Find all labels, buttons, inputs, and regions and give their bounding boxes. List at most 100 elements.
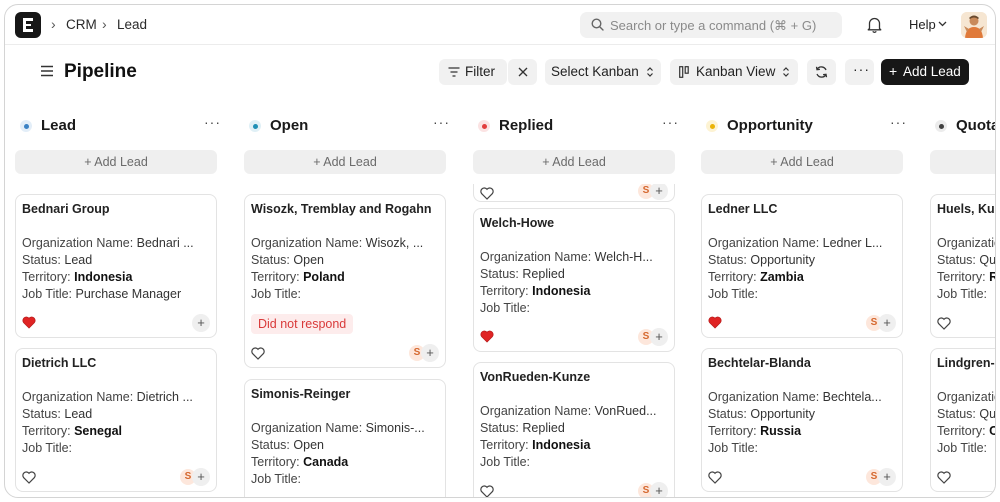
card-territory-row: Territory: R bbox=[937, 270, 995, 284]
more-actions-button[interactable]: ··· bbox=[845, 59, 874, 85]
add-lead-button[interactable]: + Add Lead bbox=[881, 59, 969, 85]
card-add-icon[interactable]: + bbox=[421, 344, 439, 362]
card-territory-row: Territory: C bbox=[937, 424, 995, 438]
column-more-icon[interactable]: ··· bbox=[890, 114, 907, 130]
card-add-icon[interactable]: + bbox=[878, 314, 896, 332]
card-add-icon[interactable]: + bbox=[650, 328, 668, 346]
org-value: Bechtela... bbox=[822, 390, 882, 404]
lead-card[interactable]: Huels, Kunc Organizatio Status: Quo Terr… bbox=[930, 194, 996, 338]
card-territory-row: Territory: Indonesia bbox=[480, 284, 665, 298]
column-add-lead-button[interactable]: + Add Lead bbox=[15, 150, 217, 174]
heart-outline-icon[interactable] bbox=[480, 485, 494, 498]
card-add-icon[interactable]: + bbox=[192, 468, 210, 486]
clear-filter-button[interactable] bbox=[508, 59, 537, 85]
top-bar: › CRM › Lead Help bbox=[5, 5, 995, 45]
heart-outline-icon[interactable] bbox=[22, 471, 36, 484]
column-more-icon[interactable]: ··· bbox=[662, 114, 679, 130]
search-input[interactable] bbox=[610, 16, 830, 34]
help-menu[interactable]: Help bbox=[909, 17, 936, 32]
card-territory-row: Territory: Indonesia bbox=[480, 438, 665, 452]
more-icon: ··· bbox=[853, 61, 870, 77]
card-add-icon[interactable]: + bbox=[650, 184, 668, 200]
column-add-lead-button[interactable]: + Add Lead bbox=[244, 150, 446, 174]
status-value: Quo bbox=[979, 407, 996, 421]
lead-card[interactable]: Lindgren-B Organizatio Status: Quo Terri… bbox=[930, 348, 996, 492]
territory-label: Territory: bbox=[937, 270, 990, 284]
card-title: Welch-Howe bbox=[480, 216, 555, 230]
card-add-icon[interactable]: + bbox=[878, 468, 896, 486]
heart-filled-icon[interactable] bbox=[708, 316, 722, 329]
lead-card[interactable]: VonRueden-Kunze Organization Name: VonRu… bbox=[473, 362, 675, 498]
status-value: Lead bbox=[64, 407, 93, 421]
lead-card[interactable]: Simonis-Reinger Organization Name: Simon… bbox=[244, 379, 446, 497]
org-value: VonRued... bbox=[594, 404, 657, 418]
territory-value: C bbox=[989, 424, 995, 438]
lead-card[interactable]: Dietrich LLC Organization Name: Dietrich… bbox=[15, 348, 217, 492]
territory-label: Territory: bbox=[22, 424, 75, 438]
card-territory-row: Territory: Senegal bbox=[22, 424, 207, 438]
card-territory-row: Territory: Russia bbox=[708, 424, 893, 438]
lead-card[interactable]: Ledner LLC Organization Name: Ledner L..… bbox=[701, 194, 903, 338]
column-title: Lead bbox=[41, 117, 77, 134]
lead-card-partial[interactable]: S + bbox=[473, 184, 675, 202]
heart-outline-icon[interactable] bbox=[708, 471, 722, 484]
job-label: Job Title: bbox=[708, 441, 759, 455]
org-label: Organization Name: bbox=[480, 404, 595, 418]
column-title: Open bbox=[270, 117, 309, 134]
card-status-row: Status: Quo bbox=[937, 407, 996, 421]
org-label: Organization Name: bbox=[480, 250, 595, 264]
territory-value: Zambia bbox=[760, 270, 804, 284]
breadcrumb-separator: › bbox=[102, 16, 107, 32]
column-more-icon[interactable]: ··· bbox=[433, 114, 450, 130]
heart-filled-icon[interactable] bbox=[480, 330, 494, 343]
org-value: Ledner L... bbox=[822, 236, 883, 250]
territory-value: Russia bbox=[760, 424, 802, 438]
status-value: Quo bbox=[979, 253, 996, 267]
card-status-row: Status: Quo bbox=[937, 253, 996, 267]
job-label: Job Title: bbox=[480, 301, 531, 315]
command-search[interactable] bbox=[580, 12, 842, 38]
card-job-row: Job Title: bbox=[708, 287, 893, 301]
heart-filled-icon[interactable] bbox=[22, 316, 36, 329]
heart-outline-icon[interactable] bbox=[937, 317, 951, 330]
app-logo[interactable] bbox=[15, 12, 41, 38]
sidebar-toggle-icon[interactable] bbox=[40, 65, 54, 77]
card-add-icon[interactable]: + bbox=[192, 314, 210, 332]
column-add-lead-button[interactable]: + Add Lead bbox=[473, 150, 675, 174]
column-more-icon[interactable]: ··· bbox=[204, 114, 221, 130]
filter-button[interactable]: Filter bbox=[439, 59, 507, 85]
view-label: Kanban View bbox=[696, 64, 776, 79]
card-org-row: Organization Name: Simonis-... bbox=[251, 421, 436, 435]
territory-label: Territory: bbox=[937, 424, 990, 438]
card-job-row: Job Title: bbox=[937, 287, 995, 301]
card-status-row: Status: Lead bbox=[22, 253, 207, 267]
column-header: Quota bbox=[930, 108, 995, 144]
view-dropdown[interactable]: Kanban View bbox=[670, 59, 798, 85]
column-cards: Huels, Kunc Organizatio Status: Quo Terr… bbox=[930, 184, 996, 497]
column-add-lead-button[interactable] bbox=[930, 150, 995, 174]
heart-outline-icon[interactable] bbox=[251, 347, 265, 360]
card-territory-row: Territory: Indonesia bbox=[22, 270, 207, 284]
lead-card[interactable]: Welch-Howe Organization Name: Welch-H...… bbox=[473, 208, 675, 352]
heart-outline-icon[interactable] bbox=[480, 187, 494, 200]
notification-bell-icon[interactable] bbox=[867, 16, 882, 33]
breadcrumb-crm[interactable]: CRM bbox=[66, 17, 97, 32]
lead-card[interactable]: Bechtelar-Blanda Organization Name: Bech… bbox=[701, 348, 903, 492]
status-dot-icon bbox=[478, 120, 490, 132]
org-label: Organizatio bbox=[937, 236, 996, 250]
heart-outline-icon[interactable] bbox=[937, 471, 951, 484]
card-add-icon[interactable]: + bbox=[650, 482, 668, 497]
user-avatar[interactable] bbox=[961, 12, 987, 38]
refresh-button[interactable] bbox=[807, 59, 836, 85]
lead-card[interactable]: Wisozk, Tremblay and Rogahn Organization… bbox=[244, 194, 446, 368]
column-add-lead-button[interactable]: + Add Lead bbox=[701, 150, 903, 174]
tag-chip[interactable]: Did not respond bbox=[251, 314, 354, 334]
select-kanban-dropdown[interactable]: Select Kanban bbox=[545, 59, 661, 85]
card-org-row: Organization Name: Dietrich ... bbox=[22, 390, 207, 404]
breadcrumb-lead[interactable]: Lead bbox=[117, 17, 147, 32]
card-title: VonRueden-Kunze bbox=[480, 370, 591, 384]
logo-icon bbox=[23, 18, 33, 32]
job-label: Job Title: bbox=[251, 287, 302, 301]
status-label: Status: bbox=[937, 407, 980, 421]
lead-card[interactable]: Bednari Group Organization Name: Bednari… bbox=[15, 194, 217, 338]
